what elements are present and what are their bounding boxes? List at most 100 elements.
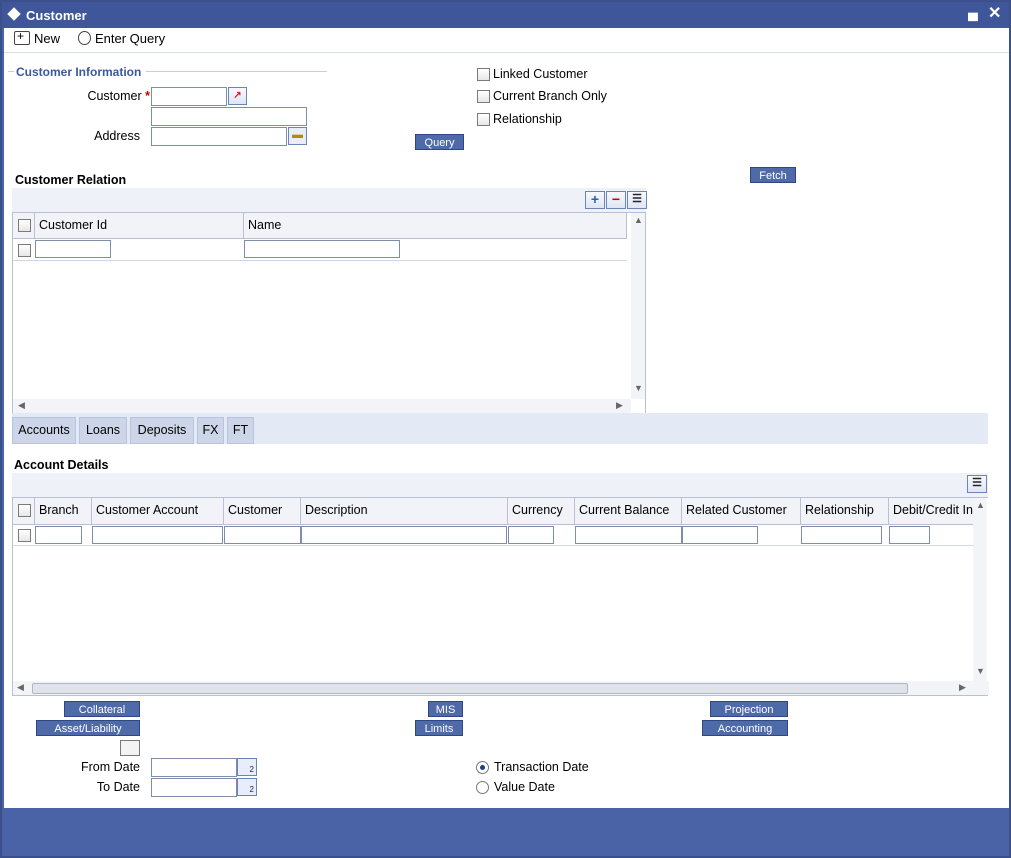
horizontal-scrollbar[interactable]: ◀ ▶ — [13, 681, 989, 695]
table-row — [13, 239, 627, 261]
transaction-date-label: Transaction Date — [494, 760, 589, 774]
scroll-right-icon[interactable]: ▶ — [959, 682, 966, 693]
minimize-icon[interactable]: ▄ — [968, 4, 978, 20]
asset-liability-button[interactable]: Asset/Liability — [36, 720, 140, 736]
row-checkbox[interactable] — [18, 529, 31, 542]
customer-relation-grid: Customer Id Name ▲ ▼ ◀ ▶ — [12, 212, 646, 414]
customer-relation-title: Customer Relation — [15, 173, 127, 187]
from-date-input[interactable] — [151, 758, 237, 777]
report-icon[interactable] — [120, 740, 140, 756]
new-label: New — [34, 31, 61, 46]
to-date-label: To Date — [96, 780, 140, 794]
customer-input[interactable] — [224, 526, 301, 544]
speech-bubble-icon[interactable]: ▬ — [288, 127, 307, 145]
col-name: Name — [244, 213, 627, 238]
col-branch: Branch — [35, 498, 92, 524]
address-input[interactable] — [151, 127, 287, 146]
select-all-cell — [13, 213, 35, 238]
add-row-icon[interactable]: + — [585, 191, 605, 209]
account-details-toolbar — [12, 473, 988, 497]
tab-fx[interactable]: FX — [197, 417, 224, 444]
query-button[interactable]: Query — [415, 134, 464, 150]
tab-deposits[interactable]: Deposits — [130, 417, 194, 444]
close-icon[interactable]: ✕ — [988, 3, 1001, 23]
select-all-cell — [13, 498, 35, 524]
account-details-header: Branch Customer Account Customer Descrip… — [13, 498, 973, 525]
limits-button[interactable]: Limits — [415, 720, 463, 736]
projection-button[interactable]: Projection — [710, 701, 788, 717]
single-view-icon[interactable]: ☰ — [627, 191, 647, 209]
customer-lookup-icon[interactable]: ↗ — [228, 87, 247, 105]
customer-id-input[interactable] — [35, 240, 111, 258]
scroll-down-icon[interactable]: ▼ — [976, 666, 985, 676]
account-details-title: Account Details — [14, 458, 109, 472]
fetch-button[interactable]: Fetch — [750, 167, 796, 183]
col-relationship: Relationship — [801, 498, 889, 524]
branch-input[interactable] — [35, 526, 82, 544]
linked-customer-checkbox[interactable] — [477, 68, 490, 81]
to-date-input[interactable] — [151, 778, 237, 797]
customer-name-field[interactable] — [151, 107, 307, 126]
col-customer: Customer — [224, 498, 301, 524]
scroll-down-icon[interactable]: ▼ — [634, 383, 643, 393]
customer-window: Customer ▄ ✕ New Enter Query Customer In… — [0, 0, 1011, 858]
tab-accounts[interactable]: Accounts — [12, 417, 76, 444]
new-button[interactable]: New — [14, 29, 61, 46]
name-input[interactable] — [244, 240, 400, 258]
customer-input[interactable] — [151, 87, 227, 106]
window-diamond-icon — [7, 7, 21, 21]
section-divider-right — [146, 71, 327, 72]
table-row — [13, 525, 973, 546]
tab-ft[interactable]: FT — [227, 417, 254, 444]
mis-button[interactable]: MIS — [428, 701, 463, 717]
current-balance-input[interactable] — [575, 526, 682, 544]
calendar-icon[interactable]: 2 — [237, 778, 257, 796]
transaction-date-radio[interactable] — [476, 761, 489, 774]
description-input[interactable] — [301, 526, 507, 544]
col-currency: Currency — [508, 498, 575, 524]
customer-label-text: Customer — [87, 89, 142, 103]
delete-row-icon[interactable]: − — [606, 191, 626, 209]
col-current-balance: Current Balance — [575, 498, 682, 524]
calendar-icon[interactable]: 2 — [237, 758, 257, 776]
window-title: Customer — [26, 8, 87, 23]
scroll-up-icon[interactable]: ▲ — [976, 500, 985, 510]
horizontal-scrollbar[interactable]: ◀ ▶ — [13, 399, 631, 413]
select-all-checkbox[interactable] — [18, 504, 31, 517]
scroll-right-icon[interactable]: ▶ — [616, 400, 623, 411]
col-customer-id: Customer Id — [35, 213, 244, 238]
from-date-label: From Date — [80, 760, 140, 774]
customer-account-input[interactable] — [92, 526, 223, 544]
select-all-checkbox[interactable] — [18, 219, 31, 232]
enter-query-label: Enter Query — [95, 31, 166, 46]
scroll-left-icon[interactable]: ◀ — [18, 400, 25, 411]
database-query-icon — [78, 31, 91, 45]
accounting-button[interactable]: Accounting — [702, 720, 788, 736]
tab-loans[interactable]: Loans — [79, 417, 127, 444]
scroll-thumb[interactable] — [32, 683, 908, 694]
enter-query-button[interactable]: Enter Query — [78, 31, 165, 46]
row-checkbox[interactable] — [18, 244, 31, 257]
relationship-checkbox[interactable] — [477, 113, 490, 126]
toolbar: New Enter Query — [4, 28, 1009, 53]
required-mark: * — [145, 89, 150, 103]
currency-input[interactable] — [508, 526, 554, 544]
col-related-customer: Related Customer — [682, 498, 801, 524]
value-date-radio[interactable] — [476, 781, 489, 794]
main-content: New Enter Query Customer Information Cus… — [4, 28, 1009, 808]
tab-bar: Accounts Loans Deposits FX FT — [12, 413, 988, 444]
scroll-left-icon[interactable]: ◀ — [17, 682, 24, 693]
current-branch-only-checkbox[interactable] — [477, 90, 490, 103]
related-customer-input[interactable] — [682, 526, 758, 544]
single-view-icon[interactable]: ☰ — [967, 475, 987, 493]
col-description: Description — [301, 498, 508, 524]
vertical-scrollbar[interactable]: ▲ ▼ — [631, 213, 645, 399]
customer-relation-header: Customer Id Name — [13, 213, 627, 239]
debit-credit-indicator-input[interactable] — [889, 526, 930, 544]
relationship-input[interactable] — [801, 526, 882, 544]
vertical-scrollbar[interactable]: ▲ ▼ — [973, 498, 987, 681]
customer-label: Customer * — [64, 89, 150, 103]
collateral-button[interactable]: Collateral — [64, 701, 140, 717]
customer-information-title: Customer Information — [16, 65, 142, 79]
scroll-up-icon[interactable]: ▲ — [634, 215, 643, 225]
